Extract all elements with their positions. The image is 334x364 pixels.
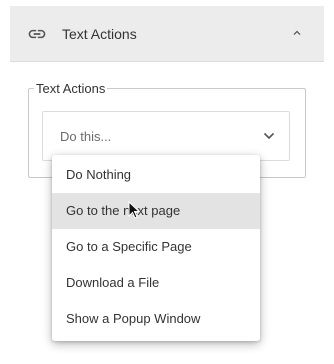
link-icon <box>28 29 46 39</box>
menu-item-go-to-specific-page[interactable]: Go to a Specific Page <box>52 229 260 265</box>
select-value: Do this... <box>60 129 112 144</box>
action-select[interactable]: Do this... <box>42 111 290 161</box>
section-header-text-actions[interactable]: Text Actions <box>10 6 324 62</box>
dropdown-menu: Do Nothing Go to the next page Go to a S… <box>52 155 260 341</box>
menu-item-do-nothing[interactable]: Do Nothing <box>52 157 260 193</box>
chevron-down-icon <box>263 132 275 140</box>
mouse-pointer-icon <box>128 201 140 219</box>
menu-item-go-to-next-page[interactable]: Go to the next page <box>52 193 260 229</box>
menu-item-show-popup-window[interactable]: Show a Popup Window <box>52 301 260 337</box>
fieldset-legend: Text Actions <box>34 81 108 97</box>
text-actions-panel: Text Actions Text Actions Do this... Do … <box>0 0 334 364</box>
menu-item-download-file[interactable]: Download a File <box>52 265 260 301</box>
section-title: Text Actions <box>62 26 137 42</box>
chevron-up-icon[interactable] <box>290 26 304 40</box>
